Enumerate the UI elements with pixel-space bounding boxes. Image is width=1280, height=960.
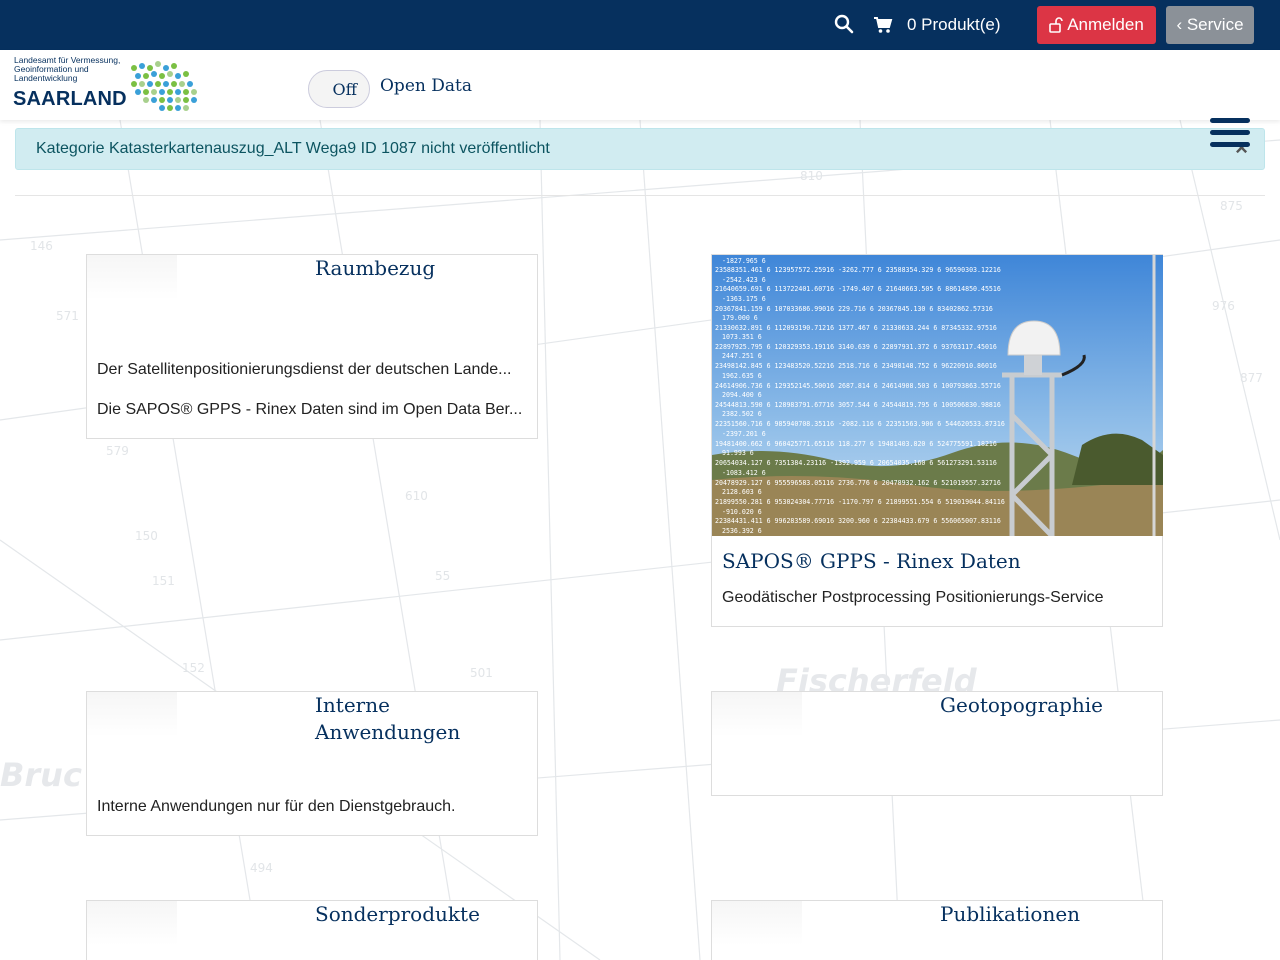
header: Landesamt für Vermessung, Geoinformation… — [0, 50, 1280, 147]
card-title-line: Interne — [315, 693, 390, 717]
svg-text:23498142.845 6 123483520.52216: 23498142.845 6 123483520.52216 2518.716 … — [715, 362, 997, 370]
divider — [15, 195, 1265, 196]
card-title: Raumbezug — [315, 256, 436, 280]
svg-text:1073.351 6: 1073.351 6 — [722, 333, 762, 341]
logo-tagline: Landesamt für Vermessung, Geoinformation… — [14, 55, 121, 83]
cart-label: 0 Produkt(e) — [907, 15, 1001, 34]
login-button[interactable]: Anmelden — [1037, 6, 1156, 44]
svg-text:20654034.127 6 7351384.23116: 20654034.127 6 7351384.23116 -1392.959 6… — [715, 459, 997, 467]
category-card-publikationen[interactable]: Publikationen — [711, 900, 1163, 960]
svg-text:494: 494 — [250, 861, 273, 875]
svg-text:1962.635 6: 1962.635 6 — [722, 372, 762, 380]
svg-text:20478929.127 6 955596583.05116: 20478929.127 6 955596583.05116 2736.776 … — [715, 479, 1001, 487]
category-card-interne-anwendungen[interactable]: Interne Anwendungen Interne Anwendungen … — [86, 691, 538, 836]
svg-text:20367841.159 6 107033686.99016: 20367841.159 6 107033686.99016 229.716 6… — [715, 305, 993, 313]
category-card-geotopographie[interactable]: Geotopographie — [711, 691, 1163, 796]
svg-text:2382.502 6: 2382.502 6 — [722, 410, 762, 418]
svg-text:22384431.411 6 996283589.69016: 22384431.411 6 996283589.69016 3200.960 … — [715, 517, 1001, 525]
product-image: -1827.965 6 23588351.461 6 123957572.259… — [712, 255, 1163, 536]
svg-text:152: 152 — [182, 661, 205, 675]
svg-text:179.000 6: 179.000 6 — [722, 314, 758, 322]
product-description: Geodätischer Postprocessing Positionieru… — [722, 589, 1104, 606]
card-description: Der Satellitenpositionierungsdienst der … — [97, 361, 512, 378]
open-data-toggle[interactable]: Off — [308, 70, 370, 108]
cart-icon — [874, 17, 893, 33]
svg-text:2447.251 6: 2447.251 6 — [722, 352, 762, 360]
svg-text:501: 501 — [470, 666, 493, 680]
svg-text:2128.603 6: 2128.603 6 — [722, 488, 762, 496]
svg-text:875: 875 — [1220, 199, 1243, 213]
svg-text:21640659.691 6 113722401.60716: 21640659.691 6 113722401.60716 -1749.407… — [715, 285, 1001, 293]
card-title: Geotopographie — [940, 693, 1103, 717]
svg-text:22351560.716 6 985940708.35116: 22351560.716 6 985940708.35116 -2082.116… — [715, 420, 1005, 428]
card-thumbnail — [87, 255, 177, 300]
category-card-raumbezug[interactable]: Raumbezug Der Satellitenpositionierungsd… — [86, 254, 538, 439]
card-thumbnail — [712, 692, 802, 737]
svg-text:150: 150 — [135, 529, 158, 543]
service-label: ‹ Service — [1176, 15, 1244, 34]
svg-text:571: 571 — [56, 309, 79, 323]
svg-text:-2542.423 6: -2542.423 6 — [722, 276, 766, 284]
card-description: Interne Anwendungen nur für den Dienstge… — [97, 798, 456, 815]
svg-text:-1083.412 6: -1083.412 6 — [722, 469, 766, 477]
svg-text:877: 877 — [1240, 371, 1263, 385]
category-card-sonderprodukte[interactable]: Sonderprodukte — [86, 900, 538, 960]
logo-dots-graphic — [131, 61, 197, 111]
svg-text:151: 151 — [152, 574, 175, 588]
card-title: Publikationen — [940, 902, 1081, 926]
svg-text:24544813.590 6 128983791.67716: 24544813.590 6 128983791.67716 3057.544 … — [715, 401, 1001, 409]
top-bar: 0 Produkt(e) Anmelden ‹ Service — [0, 0, 1280, 50]
logo-brand: SAARLAND — [13, 88, 127, 110]
svg-text:610: 610 — [405, 489, 428, 503]
card-title: Interne Anwendungen — [315, 692, 460, 746]
svg-text:Bruc: Bruc — [0, 756, 82, 794]
alert-message: Kategorie Katasterkartenauszug_ALT Wega9… — [36, 140, 550, 157]
svg-text:21330632.891 6 112093190.71216: 21330632.891 6 112093190.71216 1377.467 … — [715, 324, 997, 332]
svg-text:23588351.461 6 123957572.25916: 23588351.461 6 123957572.25916 -3262.777… — [715, 266, 1001, 274]
product-title: SAPOS® GPPS - Rinex Daten — [722, 549, 1021, 573]
svg-text:-1827.965 6: -1827.965 6 — [722, 257, 766, 265]
lock-icon — [1049, 17, 1064, 33]
info-alert: Kategorie Katasterkartenauszug_ALT Wega9… — [15, 128, 1265, 170]
toggle-value: Off — [332, 79, 357, 99]
svg-text:22897925.795 6 120329353.19116: 22897925.795 6 120329353.19116 3140.639 … — [715, 343, 997, 351]
card-title-line: Anwendungen — [315, 720, 461, 744]
card-title: Sonderprodukte — [315, 902, 480, 926]
svg-text:976: 976 — [1212, 299, 1235, 313]
product-card-sapos-gpps[interactable]: -1827.965 6 23588351.461 6 123957572.259… — [711, 254, 1163, 627]
card-description: Die SAPOS® GPPS - Rinex Daten sind im Op… — [97, 401, 523, 418]
svg-text:24614906.736 6 129352145.50016: 24614906.736 6 129352145.50016 2687.814 … — [715, 382, 1001, 390]
svg-text:-2397.201 6: -2397.201 6 — [722, 430, 766, 438]
svg-text:579: 579 — [106, 444, 129, 458]
card-thumbnail — [87, 692, 177, 737]
card-thumbnail — [87, 901, 177, 946]
svg-text:146: 146 — [30, 239, 53, 253]
card-thumbnail — [712, 901, 802, 946]
svg-text:810: 810 — [800, 169, 823, 183]
svg-text:-910.020 6: -910.020 6 — [722, 508, 762, 516]
svg-text:-1363.175 6: -1363.175 6 — [722, 295, 766, 303]
svg-text:2536.392 6: 2536.392 6 — [722, 527, 762, 535]
login-label: Anmelden — [1067, 15, 1144, 34]
svg-text:21899550.281 6 953024304.77716: 21899550.281 6 953024304.77716 -1170.797… — [715, 498, 1005, 506]
svg-text:19481400.662 6 960425771.65116: 19481400.662 6 960425771.65116 118.277 6… — [715, 440, 997, 448]
hamburger-icon[interactable] — [1210, 118, 1250, 152]
logo[interactable]: Landesamt für Vermessung, Geoinformation… — [6, 56, 206, 116]
service-button[interactable]: ‹ Service — [1166, 6, 1254, 44]
search-icon[interactable] — [834, 14, 856, 36]
cart-link[interactable]: 0 Produkt(e) — [873, 12, 1001, 38]
svg-text:2094.400 6: 2094.400 6 — [722, 391, 762, 399]
open-data-label: Open Data — [380, 76, 472, 96]
svg-text:91.993 6: 91.993 6 — [722, 449, 754, 457]
svg-text:55: 55 — [435, 569, 450, 583]
